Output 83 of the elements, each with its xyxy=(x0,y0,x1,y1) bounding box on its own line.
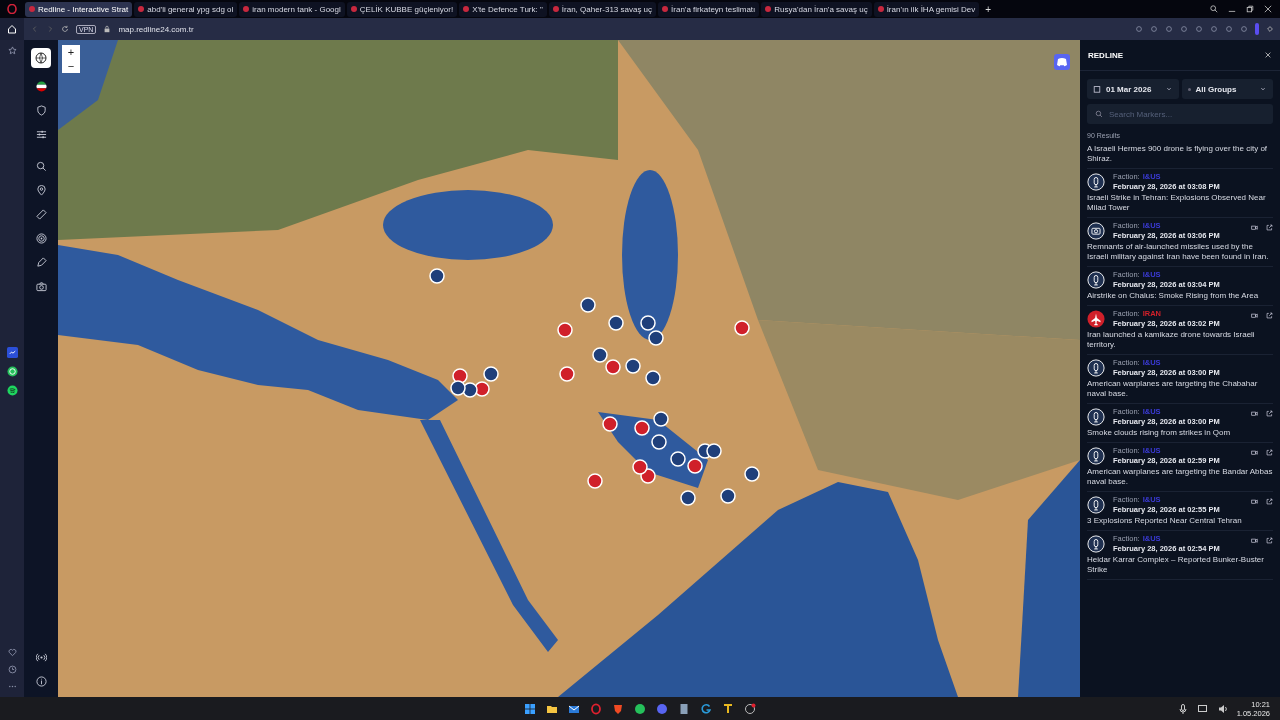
video-icon[interactable] xyxy=(1251,537,1258,544)
external-link-icon[interactable] xyxy=(1266,537,1273,544)
flag-icon[interactable] xyxy=(35,81,47,92)
bomb-icon xyxy=(1087,172,1105,191)
bomb-icon xyxy=(1087,407,1105,426)
speaker-icon[interactable] xyxy=(1216,702,1229,715)
browser-tab[interactable]: X'te Defence Turk: " xyxy=(459,1,547,17)
t-letter-icon[interactable] xyxy=(722,702,734,715)
browser-tab[interactable]: abd'li general ypg sdg ol xyxy=(134,1,238,17)
external-link-icon[interactable] xyxy=(1266,449,1273,456)
browser-tab[interactable]: iran modern tank - Googl xyxy=(239,1,345,17)
bomb-icon xyxy=(1087,495,1105,514)
clock-icon[interactable] xyxy=(7,665,17,674)
external-link-icon[interactable] xyxy=(1266,312,1273,319)
address-field[interactable]: map.redline24.com.tr xyxy=(118,24,1128,34)
info-icon[interactable] xyxy=(35,676,47,687)
broadcast-icon[interactable] xyxy=(35,652,47,663)
new-tab-button[interactable]: + xyxy=(981,3,996,15)
browser-tab[interactable]: Rusya'dan İran'a savaş uç xyxy=(761,1,872,17)
discord-button[interactable] xyxy=(1054,54,1070,70)
event-description: American warplanes are targeting the Bandar Abbas naval base. xyxy=(1087,467,1273,487)
search-icon[interactable] xyxy=(1210,5,1218,13)
event-description: Iran launched a kamikaze drone towards Israeli territory. xyxy=(1087,330,1256,350)
ruler-icon[interactable] xyxy=(35,209,47,220)
search-icon xyxy=(1095,110,1103,118)
video-icon[interactable] xyxy=(1251,498,1258,505)
close-icon[interactable] xyxy=(1264,51,1272,59)
event-description: American warplanes are targeting the Chabahar naval base. xyxy=(1087,379,1259,399)
close-icon[interactable] xyxy=(1264,5,1272,13)
browser-logo-icon[interactable] xyxy=(7,4,17,14)
calendar-icon xyxy=(1093,85,1101,93)
spotify-icon[interactable] xyxy=(6,385,18,396)
pen-icon[interactable] xyxy=(35,257,47,268)
browser-tab[interactable]: İran, Qaher-313 savaş uç xyxy=(548,1,657,17)
search-icon[interactable] xyxy=(35,161,47,172)
event-description: 3 Explosions Reported Near Central Tehran xyxy=(1087,516,1243,526)
sliders-icon[interactable] xyxy=(35,129,47,140)
windows-start-icon[interactable] xyxy=(524,702,536,715)
browser-icon[interactable] xyxy=(590,702,602,715)
external-link-icon[interactable] xyxy=(1266,410,1273,417)
group-dropdown[interactable]: All Groups xyxy=(1181,79,1273,99)
jet-icon xyxy=(1087,309,1105,328)
globe-button[interactable] xyxy=(31,48,51,68)
bomb-icon xyxy=(1087,446,1105,465)
browser-tab[interactable]: Redline - Interactive Strat xyxy=(25,1,133,17)
target-icon[interactable] xyxy=(35,233,47,244)
external-link-icon[interactable] xyxy=(1266,224,1273,231)
event-description: Remnants of air-launched missiles used by the Israeli military against Iran have been found in Iran. xyxy=(1087,242,1270,262)
camera-icon[interactable] xyxy=(35,281,47,292)
star-icon[interactable] xyxy=(7,46,17,55)
video-icon[interactable] xyxy=(1251,410,1258,417)
video-icon[interactable] xyxy=(1251,312,1258,319)
video-icon[interactable] xyxy=(1251,449,1258,456)
browser-tab[interactable]: İran'ın ilk İHA gemisi Dev xyxy=(873,1,980,17)
event-description: Heidar Karrar Complex – Reported Bunker-Buster Strike xyxy=(1087,555,1265,575)
browser-tab[interactable]: ÇELİK KUBBE güçleniyor! xyxy=(346,1,458,17)
microphone-icon[interactable] xyxy=(1176,702,1189,715)
home-icon[interactable] xyxy=(0,18,24,40)
event-description: Airstrike on Chalus: Smoke Rising from the Area xyxy=(1087,291,1260,301)
video-icon[interactable] xyxy=(1251,224,1258,231)
caret-icon xyxy=(1259,85,1267,93)
event-description: Smoke clouds rising from strikes in Qom xyxy=(1087,428,1232,438)
search-field[interactable]: Search Markers... xyxy=(1087,104,1273,124)
external-link-icon[interactable] xyxy=(1266,498,1273,505)
lock-icon xyxy=(103,25,112,33)
shield-icon[interactable] xyxy=(35,105,47,116)
bomb-icon xyxy=(1087,270,1105,289)
panel-title: REDLINE xyxy=(1088,50,1124,60)
event-description: Israeli Strike in Tehran: Explosions Observed Near Milad Tower xyxy=(1087,193,1267,213)
camera-icon xyxy=(1087,221,1105,240)
event-description: A Israeli Hermes 900 drone is flying over the city of Shiraz. xyxy=(1087,144,1269,164)
location-pin-icon[interactable] xyxy=(35,185,47,196)
messenger-icon[interactable] xyxy=(6,347,18,358)
bomb-icon xyxy=(1087,358,1105,377)
date-dropdown[interactable]: 01 Mar 2026 xyxy=(1087,79,1179,99)
app-icon[interactable] xyxy=(744,702,756,715)
browser-tab[interactable]: İran'a firkateyn teslimatı xyxy=(658,1,760,17)
reload-icon[interactable] xyxy=(61,25,69,33)
bomb-icon xyxy=(1087,534,1105,553)
restore-icon[interactable] xyxy=(1246,5,1254,13)
heart-icon[interactable] xyxy=(7,648,17,657)
g-letter-icon[interactable] xyxy=(700,702,712,715)
caret-icon xyxy=(1164,85,1173,93)
